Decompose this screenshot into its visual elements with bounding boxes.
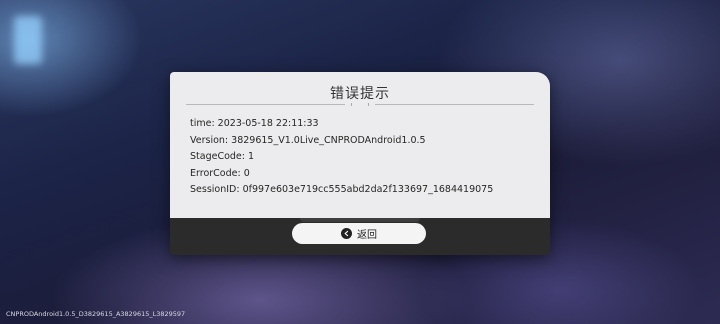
background-glow xyxy=(14,16,42,64)
divider-ornament xyxy=(345,101,375,107)
version-footer: CNPRODAndroid1.0.5_D3829615_A3829615_L38… xyxy=(6,310,186,318)
footer-tab xyxy=(300,218,420,222)
dialog-body: 错误提示 time: 2023-05-18 22:11:33 Version: … xyxy=(170,72,550,218)
info-time: time: 2023-05-18 22:11:33 xyxy=(190,118,319,129)
info-session-id: SessionID: 0f997e603e719cc555abd2da2f133… xyxy=(190,184,494,195)
info-error-code: ErrorCode: 0 xyxy=(190,167,250,179)
info-version: Version: 3829615_V1.0Live_CNPRODAndroid1… xyxy=(190,134,426,146)
error-dialog: 错误提示 time: 2023-05-18 22:11:33 Version: … xyxy=(170,72,550,255)
back-button[interactable]: 返回 xyxy=(292,223,426,244)
dialog-footer: 返回 xyxy=(170,218,550,255)
dialog-title: 错误提示 xyxy=(330,86,390,102)
info-stage-code: StageCode: 1 xyxy=(190,151,255,162)
back-arrow-icon xyxy=(341,228,352,239)
back-button-label: 返回 xyxy=(357,230,377,241)
error-info: time: 2023-05-18 22:11:33 Version: 38296… xyxy=(190,116,493,199)
